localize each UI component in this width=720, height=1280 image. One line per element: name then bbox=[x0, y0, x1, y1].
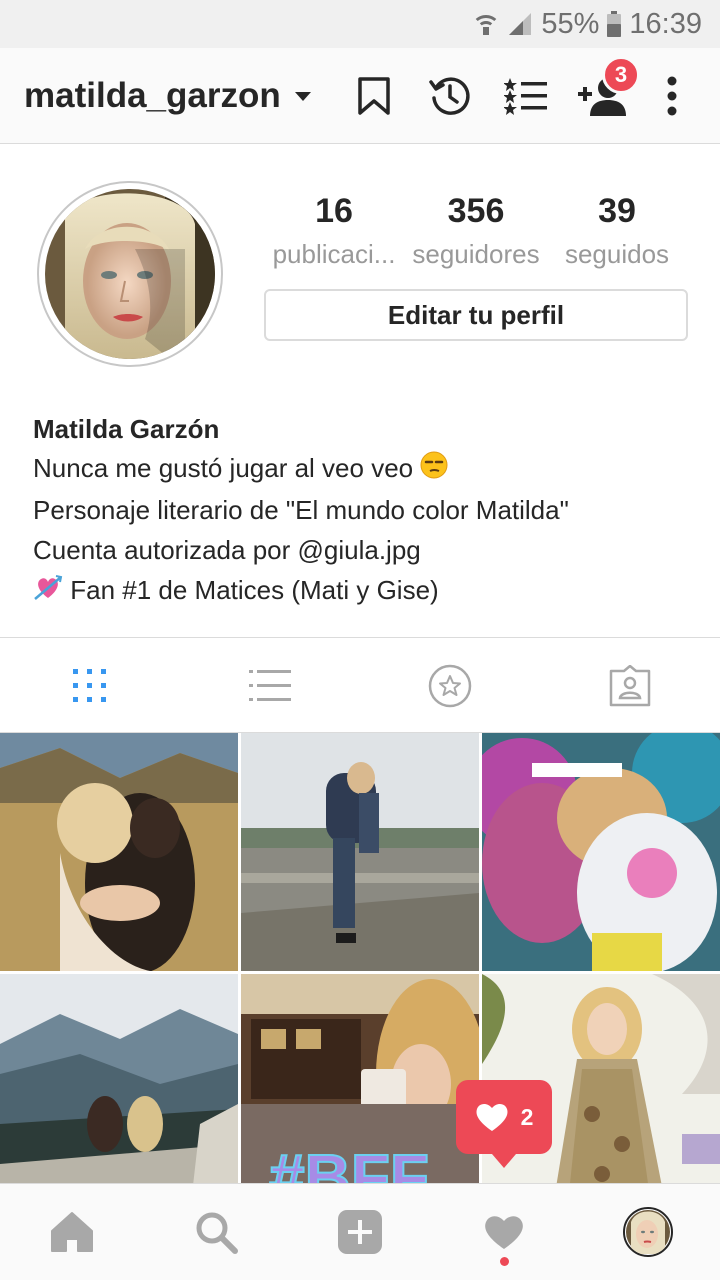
likes-count: 2 bbox=[520, 1103, 534, 1130]
star-icon bbox=[428, 664, 472, 708]
notification-badge: 3 bbox=[602, 56, 640, 94]
wifi-icon bbox=[473, 11, 499, 37]
heart-icon bbox=[485, 1216, 523, 1249]
saved-button[interactable] bbox=[346, 68, 402, 124]
bio-line-3[interactable]: Cuenta autorizada por @giula.jpg bbox=[33, 530, 693, 570]
more-vertical-icon bbox=[667, 76, 677, 116]
tab-list[interactable] bbox=[246, 662, 294, 710]
bio-line-1: Nunca me gustó jugar al veo veo bbox=[33, 448, 693, 490]
grid-post[interactable] bbox=[482, 733, 720, 971]
nav-search[interactable] bbox=[188, 1204, 244, 1260]
nav-create-post[interactable] bbox=[332, 1204, 388, 1260]
battery-icon bbox=[607, 11, 622, 37]
followers-label: seguidores bbox=[412, 239, 540, 269]
display-name: Matilda Garzón bbox=[33, 414, 220, 444]
status-bar: 55% 16:39 bbox=[0, 0, 720, 48]
grid-post[interactable] bbox=[0, 733, 238, 971]
tab-tagged[interactable] bbox=[606, 662, 654, 710]
activity-popup[interactable]: 2 bbox=[456, 1080, 552, 1168]
clock-time: 16:39 bbox=[629, 7, 702, 40]
stat-posts[interactable]: 16 publicaci... bbox=[259, 190, 409, 276]
home-icon bbox=[51, 1212, 93, 1252]
nav-home[interactable] bbox=[44, 1204, 100, 1260]
history-icon bbox=[429, 77, 470, 115]
add-icon bbox=[338, 1210, 382, 1254]
battery-percent: 55% bbox=[541, 7, 600, 40]
signal-icon bbox=[507, 11, 533, 37]
tagged-icon bbox=[609, 665, 651, 707]
profile-avatar-small bbox=[623, 1207, 673, 1257]
grid-icon bbox=[73, 669, 106, 702]
grid-post[interactable]: #BFF bbox=[241, 974, 479, 1183]
grid-post[interactable] bbox=[241, 733, 479, 971]
tab-grid[interactable] bbox=[66, 662, 114, 710]
stat-following[interactable]: 39 seguidos bbox=[542, 190, 692, 276]
activity-indicator-dot bbox=[500, 1257, 509, 1266]
nav-profile[interactable] bbox=[620, 1204, 676, 1260]
bio-line-1-text: Nunca me gustó jugar al veo veo bbox=[33, 453, 414, 483]
profile-bio: Matilda Garzón Nunca me gustó jugar al v… bbox=[33, 410, 693, 612]
edit-profile-button[interactable]: Editar tu perfil bbox=[264, 289, 688, 341]
list-icon bbox=[249, 670, 291, 701]
posts-count: 16 bbox=[315, 192, 353, 230]
followers-count: 356 bbox=[447, 192, 505, 230]
star-list-icon bbox=[504, 78, 547, 115]
profile-avatar[interactable] bbox=[37, 181, 223, 367]
options-menu-button[interactable] bbox=[644, 68, 700, 124]
chevron-down-icon bbox=[294, 91, 311, 101]
search-icon bbox=[196, 1212, 238, 1254]
account-switcher[interactable]: matilda_garzon bbox=[24, 48, 311, 144]
photo-grid: #BFF bbox=[0, 733, 720, 1183]
username: matilda_garzon bbox=[24, 76, 281, 115]
bio-line-2: Personaje literario de "El mundo color M… bbox=[33, 495, 569, 526]
close-friends-button[interactable] bbox=[498, 68, 554, 124]
bio-line-4-text: Fan #1 de Matices (Mati y Gise) bbox=[70, 575, 439, 606]
profile-view-tabs bbox=[0, 637, 720, 733]
tab-favorites[interactable] bbox=[426, 662, 474, 710]
posts-label: publicaci... bbox=[272, 239, 396, 269]
bio-line-4: Fan #1 de Matices (Mati y Gise) bbox=[33, 570, 693, 612]
unamused-face-icon bbox=[420, 450, 448, 490]
archive-button[interactable] bbox=[422, 68, 478, 124]
profile-photo bbox=[45, 189, 215, 359]
grid-post[interactable] bbox=[0, 974, 238, 1183]
heart-icon bbox=[476, 1103, 508, 1131]
following-count: 39 bbox=[598, 192, 636, 230]
following-label: seguidos bbox=[564, 239, 670, 269]
heart-arrow-icon bbox=[33, 572, 63, 612]
bookmark-icon bbox=[358, 77, 390, 115]
stat-followers[interactable]: 356 seguidores bbox=[401, 190, 551, 276]
bottom-navigation bbox=[0, 1183, 720, 1280]
grid-overlay-text: #BFF bbox=[269, 1141, 429, 1183]
nav-activity[interactable] bbox=[476, 1204, 532, 1260]
